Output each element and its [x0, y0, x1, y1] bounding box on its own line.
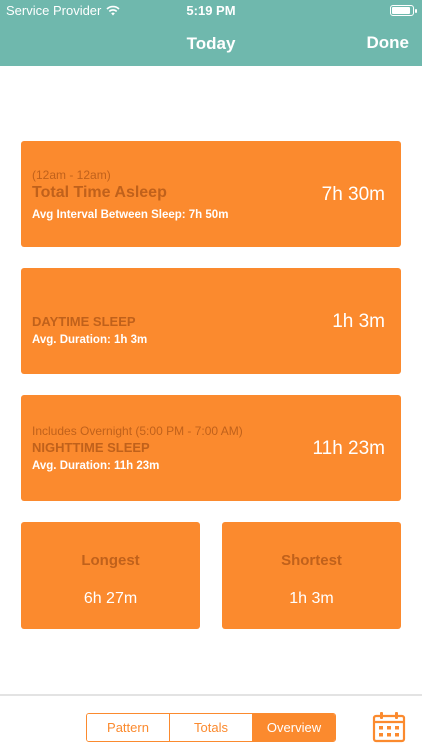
shortest-label: Shortest — [281, 552, 342, 569]
total-range: (12am - 12am) — [32, 168, 111, 182]
tab-totals[interactable]: Totals — [169, 714, 252, 741]
tab-overview[interactable]: Overview — [252, 714, 335, 741]
daytime-detail: Avg. Duration: 1h 3m — [32, 334, 148, 346]
bottom-divider — [0, 694, 422, 696]
total-value: 7h 30m — [321, 184, 385, 205]
battery-icon — [390, 5, 417, 16]
daytime-sleep-card[interactable]: DAYTIME SLEEP Avg. Duration: 1h 3m 1h 3m — [21, 268, 401, 374]
nighttime-detail: Avg. Duration: 11h 23m — [32, 460, 160, 472]
total-sleep-card[interactable]: (12am - 12am) Total Time Asleep Avg Inte… — [21, 141, 401, 247]
daytime-value: 1h 3m — [332, 311, 385, 332]
total-detail: Avg Interval Between Sleep: 7h 50m — [32, 209, 229, 221]
shortest-card[interactable]: Shortest 1h 3m — [222, 522, 401, 629]
nighttime-label: NIGHTTIME SLEEP — [32, 440, 150, 455]
top-bar: Service Provider 5:19 PM Today Done — [0, 0, 422, 66]
nighttime-sleep-card[interactable]: Includes Overnight (5:00 PM - 7:00 AM) N… — [21, 395, 401, 501]
longest-value: 6h 27m — [83, 590, 138, 607]
status-time: 5:19 PM — [186, 3, 236, 18]
nav-bar: Today Done — [0, 22, 422, 66]
page-title: Today — [186, 34, 236, 53]
longest-card[interactable]: Longest 6h 27m — [21, 522, 200, 629]
done-button[interactable]: Done — [367, 33, 410, 53]
view-segmented-control: Pattern Totals Overview — [86, 713, 336, 742]
tab-pattern[interactable]: Pattern — [87, 714, 169, 741]
status-bar: Service Provider 5:19 PM — [0, 0, 422, 22]
daytime-label: DAYTIME SLEEP — [32, 314, 136, 329]
shortest-value: 1h 3m — [289, 590, 334, 607]
longest-label: Longest — [81, 552, 140, 569]
nighttime-value: 11h 23m — [312, 438, 385, 459]
nighttime-range: Includes Overnight (5:00 PM - 7:00 AM) — [32, 424, 243, 438]
total-label: Total Time Asleep — [32, 184, 167, 201]
calendar-icon[interactable] — [372, 711, 406, 743]
